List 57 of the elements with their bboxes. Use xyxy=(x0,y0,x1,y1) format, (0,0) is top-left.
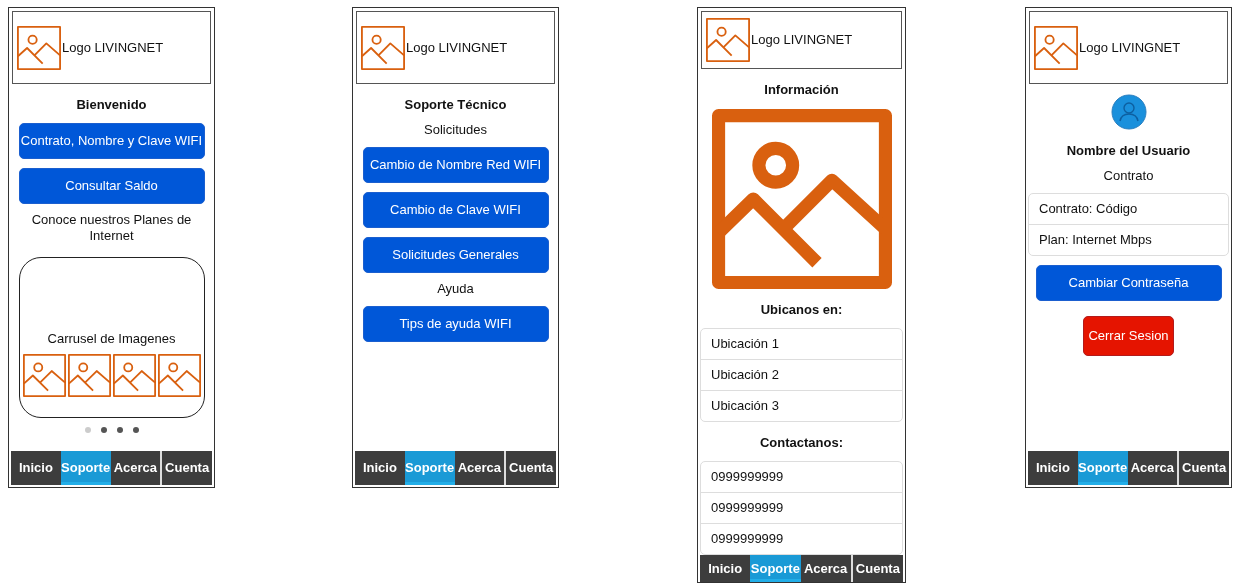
image-icon xyxy=(706,18,750,63)
nav-tab[interactable]: Inicio xyxy=(355,451,405,485)
image-icon xyxy=(361,25,405,70)
nav-tab[interactable]: Cuenta xyxy=(504,451,556,485)
logout-button[interactable]: Cerrar Sesion xyxy=(1083,316,1174,356)
list-item: 0999999999 xyxy=(701,492,902,524)
nav-tab[interactable]: Acerca xyxy=(454,451,505,485)
action-button[interactable]: Cambio de Nombre Red WIFI xyxy=(362,147,549,183)
action-button[interactable]: Cambio de Clave WIFI xyxy=(362,192,549,228)
list-item: 0999999999 xyxy=(701,523,902,555)
label-text: Contrato xyxy=(1102,168,1155,184)
action-button[interactable]: Cambiar Contraseña xyxy=(1035,265,1222,301)
section-heading: Soporte Técnico xyxy=(404,96,507,114)
carousel-caption: Carrusel de Imagenes xyxy=(47,329,176,348)
list-item: Plan: Internet Mbps xyxy=(1029,224,1228,255)
label-text: Ayuda xyxy=(436,281,475,297)
nav-tab[interactable]: Acerca xyxy=(1127,451,1178,485)
list-item: Ubicación 2 xyxy=(701,359,902,391)
logo-text: Logo LIVINGNET xyxy=(406,38,508,57)
section-heading: Contactanos: xyxy=(759,434,844,453)
nav-tab[interactable]: Cuenta xyxy=(1177,451,1229,485)
image-icon xyxy=(157,354,201,397)
list-item: Ubicación 1 xyxy=(710,335,780,354)
image-icon xyxy=(711,109,892,290)
nav-tab[interactable]: Inicio xyxy=(1028,451,1078,485)
section-heading: Ubicanos en: xyxy=(760,301,843,320)
list-item: Ubicación 3 xyxy=(701,390,902,422)
action-button[interactable]: Solicitudes Generales xyxy=(362,237,549,273)
carousel-dot[interactable] xyxy=(132,427,139,433)
nav-tab[interactable]: Acerca xyxy=(110,451,161,485)
label-text: Conoce nuestros Planes de Internet xyxy=(30,212,193,244)
nav-tab[interactable]: Cuenta xyxy=(850,555,903,582)
image-icon xyxy=(112,354,156,397)
list-item: Contrato: Código xyxy=(1038,200,1139,218)
logo-text: Logo LIVINGNET xyxy=(62,38,164,57)
image-icon xyxy=(1034,25,1078,70)
action-button[interactable]: Contrato, Nombre y Clave WIFI xyxy=(18,123,205,159)
action-button[interactable]: Tips de ayuda WIFI xyxy=(362,306,549,342)
action-button[interactable]: Consultar Saldo xyxy=(18,168,205,204)
image-icon xyxy=(22,354,66,397)
nav-tab[interactable]: Cuenta xyxy=(160,451,212,485)
section-heading: Bienvenido xyxy=(76,96,147,114)
logo-text: Logo LIVINGNET xyxy=(1079,38,1181,57)
section-heading: Nombre del Usuario xyxy=(1066,142,1191,160)
carousel-dot[interactable] xyxy=(100,427,107,433)
image-icon xyxy=(67,354,111,397)
label-text: Solicitudes xyxy=(423,122,488,138)
section-heading: Información xyxy=(764,81,839,100)
list-item: 0999999999 xyxy=(710,468,785,487)
carousel-dot[interactable] xyxy=(84,427,91,433)
nav-tab[interactable]: Inicio xyxy=(11,451,61,485)
nav-tab[interactable]: Inicio xyxy=(700,555,751,582)
carousel-dot[interactable] xyxy=(116,427,123,433)
image-icon xyxy=(17,25,61,70)
logo-text: Logo LIVINGNET xyxy=(751,31,853,50)
nav-tab[interactable]: Acerca xyxy=(800,555,851,582)
user-avatar-icon xyxy=(1110,94,1147,130)
